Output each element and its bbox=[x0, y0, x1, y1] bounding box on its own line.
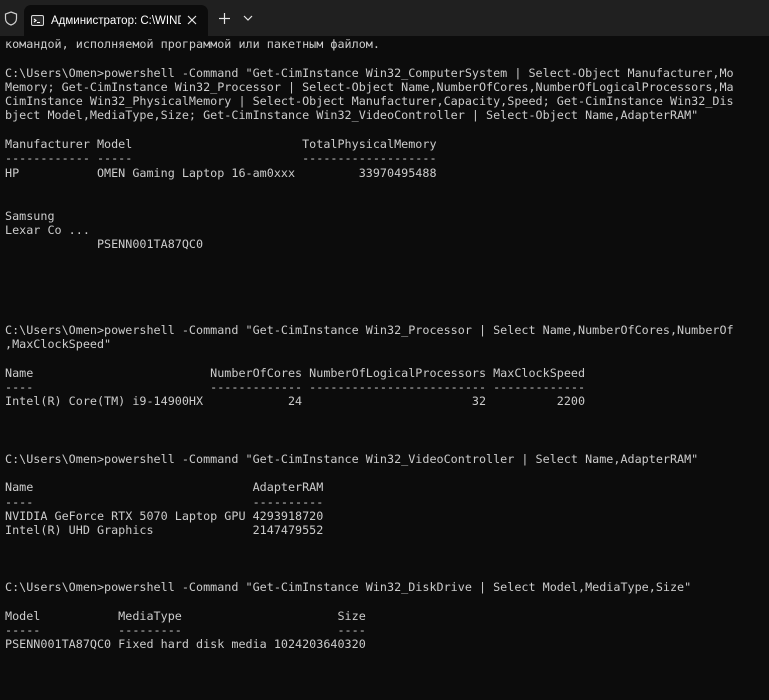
terminal-window: Администратор: C:\WINDOW командой, испол… bbox=[0, 0, 769, 700]
title-bar[interactable]: Администратор: C:\WINDOW bbox=[0, 0, 769, 36]
close-icon[interactable] bbox=[186, 14, 198, 26]
plus-icon[interactable] bbox=[218, 12, 231, 25]
console-line: Memory; Get-CimInstance Win32_Processor … bbox=[5, 79, 734, 94]
console-line: C:\Users\Omen>powershell -Command "Get-C… bbox=[5, 65, 734, 80]
console-line: Samsung bbox=[5, 208, 55, 223]
console-line: ,MaxClockSpeed" bbox=[5, 337, 112, 352]
shield-icon bbox=[4, 11, 18, 26]
console-line: C:\Users\Omen>powershell -Command "Get-C… bbox=[5, 322, 734, 337]
console-line: NVIDIA GeForce RTX 5070 Laptop GPU 42939… bbox=[5, 508, 324, 523]
console-line: ---- ------------- ---------------------… bbox=[5, 380, 586, 395]
console-line: Manufacturer Model TotalPhysicalMemory bbox=[5, 137, 437, 152]
tab-administrator[interactable]: Администратор: C:\WINDOW bbox=[24, 5, 208, 36]
console-line: командой, исполняемой программой или пак… bbox=[5, 37, 380, 51]
console-line: Lexar Co ... bbox=[5, 222, 90, 237]
console-line: Name NumberOfCores NumberOfLogicalProces… bbox=[5, 365, 586, 380]
chevron-down-icon[interactable] bbox=[243, 14, 253, 22]
console-line: HP OMEN Gaming Laptop 16-am0xxx 33970495… bbox=[5, 165, 437, 180]
console-line: ----- --------- ---- bbox=[5, 623, 366, 638]
console-line: CimInstance Win32_PhysicalMemory | Selec… bbox=[5, 94, 734, 109]
console-line: ---- ---------- bbox=[5, 494, 324, 509]
console-line: PSENN001TA87QC0 bbox=[5, 237, 204, 252]
console-line: bject Model,MediaType,Size; Get-CimInsta… bbox=[5, 108, 699, 123]
console-line: C:\Users\Omen>powershell -Command "Get-C… bbox=[5, 451, 699, 466]
console-line: Intel(R) Core(TM) i9-14900HX 24 32 2200 bbox=[5, 394, 586, 409]
console-line: Model MediaType Size bbox=[5, 608, 366, 623]
console-line: PSENN001TA87QC0 Fixed hard disk media 10… bbox=[5, 637, 366, 652]
terminal-icon bbox=[31, 15, 44, 26]
console-line: ------------ ----- ------------------- bbox=[5, 151, 437, 166]
console-output[interactable]: командой, исполняемой программой или пак… bbox=[5, 37, 734, 700]
console-line: Intel(R) UHD Graphics 2147479552 bbox=[5, 523, 324, 538]
console-line: C:\Users\Omen>powershell -Command "Get-C… bbox=[5, 580, 692, 595]
console-line: Name AdapterRAM bbox=[5, 480, 324, 495]
tab-title: Администратор: C:\WINDOW bbox=[51, 14, 181, 27]
